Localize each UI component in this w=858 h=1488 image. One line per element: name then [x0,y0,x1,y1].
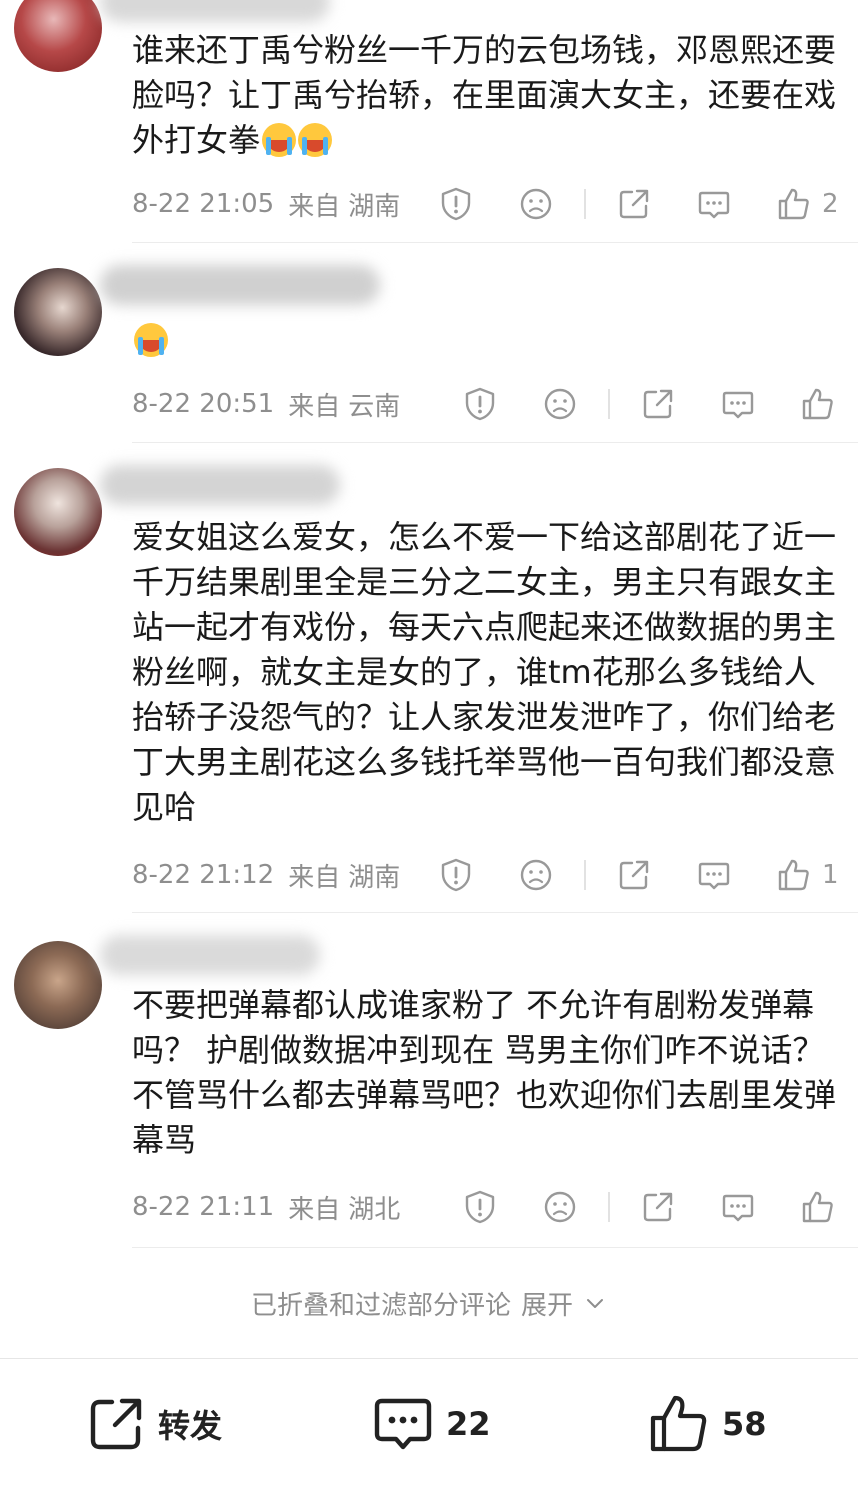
dislike-face-icon[interactable] [518,184,554,224]
source-label: 来自 [288,191,341,222]
thumbs-up-icon [778,188,809,220]
comment-meta: 8-22 21:11 来自 湖北 [132,1187,400,1227]
report-icon[interactable] [462,384,498,424]
action-separator [584,860,586,890]
folded-comments-toggle[interactable]: 已折叠和过滤部分评论 展开 [0,1283,858,1323]
thumbs-up-icon [778,859,809,891]
comment-icon [374,1398,432,1450]
comment-text: 爱女姐这么爱女，怎么不爱一下给这部剧花了近一千万结果剧里全是三分之二女主，男主只… [132,518,837,826]
surprised-face-emoji [134,323,168,357]
report-icon[interactable] [438,184,474,224]
repost-icon [90,1398,142,1450]
reply-comment-icon[interactable] [720,1187,756,1227]
avatar[interactable] [14,268,102,356]
comment-text: 不要把弹幕都认成谁家粉了 不允许有剧粉发弹幕吗？ 护剧做数据冲到现在 骂男主你们… [132,986,837,1159]
reply-comment-icon[interactable] [696,184,732,224]
comment-text [132,318,838,363]
repost-button[interactable]: 转发 [86,1389,222,1459]
dislike-face-icon[interactable] [542,384,578,424]
reply-comment-icon[interactable] [720,384,756,424]
share-icon[interactable] [616,855,652,895]
comment-date: 8-22 21:05 [132,189,275,219]
comment-location: 湖北 [348,1194,401,1225]
report-icon[interactable] [438,855,474,895]
avatar[interactable] [14,0,102,72]
chevron-down-icon [587,1299,604,1308]
like-button[interactable] [800,384,846,424]
like-button-main[interactable]: 58 [648,1389,767,1459]
thumbs-up-icon [650,1395,707,1452]
comment-item: 8-22 20:51 来自 云南 [0,243,858,443]
comment-item: 谁来还丁禹兮粉丝一千万的云包场钱，邓恩熙还要脸吗？让丁禹兮抬轿，在里面演大女主，… [0,0,858,243]
like-button[interactable] [800,1187,846,1227]
like-button[interactable]: 2 [776,184,839,224]
thumbs-up-icon [802,1191,833,1223]
bottom-action-bar: 转发 22 58 [0,1358,858,1488]
comment-date: 8-22 20:51 [132,389,275,419]
share-icon[interactable] [640,1187,676,1227]
comment-location: 云南 [348,391,401,422]
divider [132,1247,858,1248]
action-separator [584,189,586,219]
comment-location: 湖南 [348,191,401,222]
username-blurred[interactable] [100,465,340,505]
thumbs-up-icon [802,388,833,420]
share-icon[interactable] [616,184,652,224]
comment-date: 8-22 21:12 [132,860,275,890]
crying-face-emoji [298,123,333,157]
share-icon[interactable] [640,384,676,424]
comment-item: 爱女姐这么爱女，怎么不爱一下给这部剧花了近一千万结果剧里全是三分之二女主，男主只… [0,443,858,913]
report-icon[interactable] [462,1187,498,1227]
like-count-main: 58 [722,1405,767,1443]
source-label: 来自 [288,1194,341,1225]
crying-face-emoji [262,123,297,157]
comment-button[interactable]: 22 [372,1389,491,1459]
comment-text: 谁来还丁禹兮粉丝一千万的云包场钱，邓恩熙还要脸吗？让丁禹兮抬轿，在里面演大女主，… [132,31,837,159]
action-separator [608,1192,610,1222]
avatar[interactable] [14,468,102,556]
comment-meta: 8-22 20:51 来自 云南 [132,384,400,424]
comment-item: 不要把弹幕都认成谁家粉了 不允许有剧粉发弹幕吗？ 护剧做数据冲到现在 骂男主你们… [0,913,858,1248]
expand-label[interactable]: 展开 [521,1285,573,1322]
repost-label: 转发 [158,1407,223,1445]
comment-location: 湖南 [348,862,401,893]
username-blurred[interactable] [100,265,380,305]
like-count: 1 [822,860,839,890]
folded-comments-label: 已折叠和过滤部分评论 [250,1290,511,1321]
dislike-face-icon[interactable] [518,855,554,895]
like-button[interactable]: 1 [776,855,839,895]
source-label: 来自 [288,391,341,422]
like-count: 2 [822,189,839,219]
comment-meta: 8-22 21:12 来自 湖南 [132,855,400,895]
dislike-face-icon[interactable] [542,1187,578,1227]
reply-comment-icon[interactable] [696,855,732,895]
action-separator [608,389,610,419]
comment-meta: 8-22 21:05 来自 湖南 [132,184,400,224]
source-label: 来自 [288,862,341,893]
avatar[interactable] [14,941,102,1029]
comment-date: 8-22 21:11 [132,1192,275,1222]
username-blurred[interactable] [100,935,320,975]
comment-count: 22 [446,1405,491,1443]
username-blurred[interactable] [100,0,330,22]
